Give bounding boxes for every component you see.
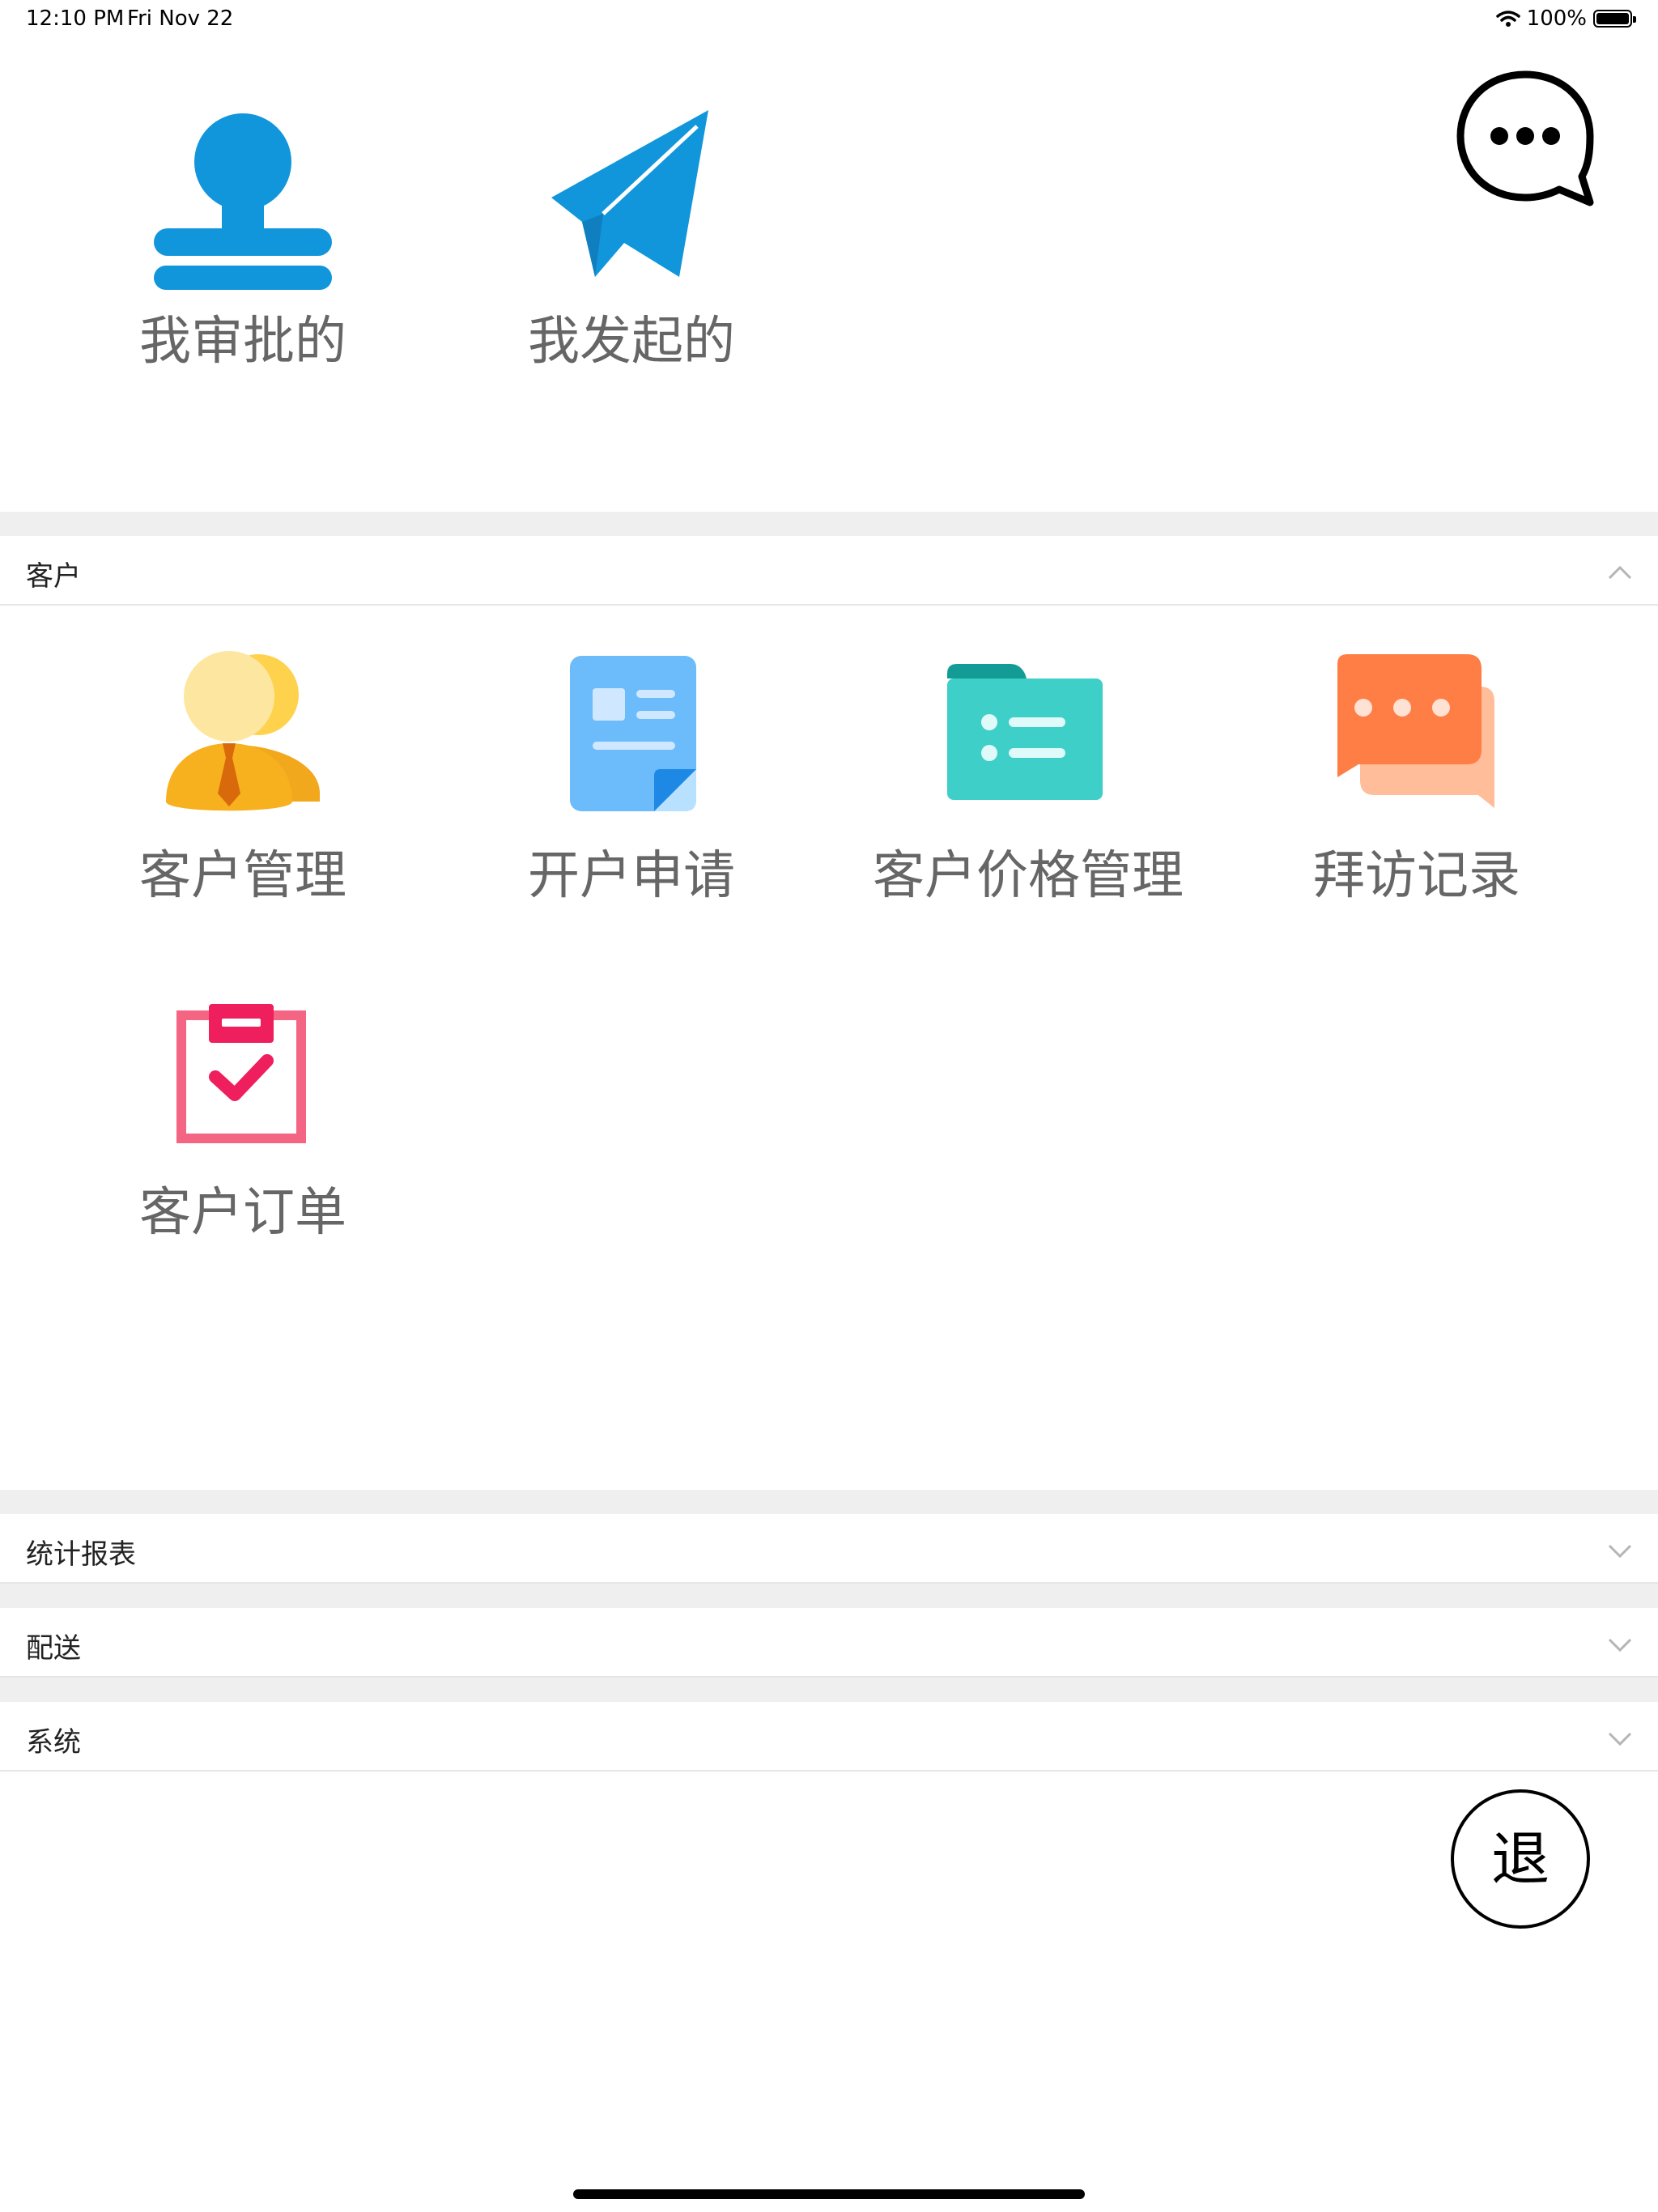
- section-header-delivery[interactable]: 配送: [0, 1608, 1658, 1678]
- chevron-down-icon: [1608, 1732, 1632, 1746]
- status-time: 12:10 PM: [26, 6, 125, 31]
- clipboard-check-icon: [176, 1004, 306, 1143]
- section-gap: [0, 1490, 1658, 1514]
- visit-record-label: 拜访记录: [1313, 846, 1520, 906]
- section-gap: [0, 512, 1658, 536]
- customer-price-management-label: 客户价格管理: [873, 846, 1184, 906]
- account-opening-label: 开户申请: [528, 846, 735, 906]
- status-bar: 12:10 PM Fri Nov 22 100%: [0, 0, 1658, 39]
- chevron-up-icon: [1608, 565, 1632, 580]
- account-opening-item[interactable]: 开户申请: [510, 640, 753, 907]
- wifi-icon: [1495, 11, 1520, 27]
- my-approvals-label: 我审批的: [139, 312, 346, 372]
- my-initiated-label: 我发起的: [528, 312, 735, 372]
- section-title: 客户: [26, 560, 81, 593]
- section-header-customers[interactable]: 客户: [0, 536, 1658, 606]
- logout-button[interactable]: 退: [1451, 1789, 1590, 1929]
- folder-list-icon: [947, 664, 1103, 800]
- my-approvals-button[interactable]: 我审批的: [121, 97, 364, 389]
- battery-percent: 100%: [1526, 6, 1587, 31]
- section-title: 统计报表: [26, 1538, 136, 1571]
- my-initiated-button[interactable]: 我发起的: [510, 97, 753, 389]
- chevron-down-icon: [1608, 1638, 1632, 1653]
- stamp-icon: [154, 113, 332, 290]
- status-date: Fri Nov 22: [127, 6, 234, 31]
- customers-icon: [166, 651, 320, 811]
- customer-management-item[interactable]: 客户管理: [121, 640, 364, 907]
- home-indicator: [573, 2189, 1085, 2199]
- customer-management-label: 客户管理: [139, 846, 346, 906]
- chat-record-icon: [1337, 654, 1494, 808]
- section-header-statistics[interactable]: 统计报表: [0, 1514, 1658, 1584]
- customer-order-label: 客户订单: [139, 1183, 346, 1243]
- section-gap: [0, 1584, 1658, 1608]
- section-gap: [0, 1678, 1658, 1702]
- customer-order-item[interactable]: 客户订单: [121, 988, 364, 1255]
- status-right: 100%: [1495, 6, 1636, 31]
- visit-record-item[interactable]: 拜访记录: [1295, 640, 1538, 907]
- chat-button[interactable]: [1454, 68, 1596, 211]
- customer-price-management-item[interactable]: 客户价格管理: [858, 640, 1198, 907]
- paper-plane-icon: [551, 110, 708, 277]
- section-header-system[interactable]: 系统: [0, 1702, 1658, 1772]
- section-title: 系统: [26, 1726, 81, 1759]
- chat-bubble-icon: [1456, 70, 1594, 206]
- battery-icon: [1593, 10, 1636, 28]
- logout-label: 退: [1490, 1825, 1550, 1893]
- chevron-down-icon: [1608, 1544, 1632, 1559]
- document-icon: [570, 656, 696, 811]
- section-title: 配送: [26, 1632, 81, 1665]
